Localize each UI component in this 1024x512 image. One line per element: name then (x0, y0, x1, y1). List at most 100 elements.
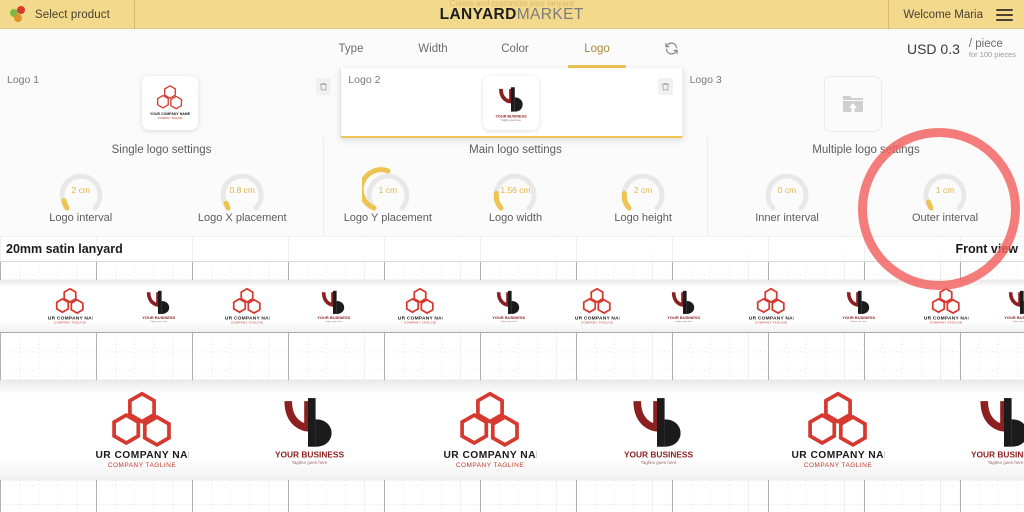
lanyard-logo-yb: YOUR BUSINESSTagline goes here (665, 287, 701, 325)
svg-text:Tagline goes here: Tagline goes here (292, 460, 328, 465)
svg-text:YOUR BUSINESS: YOUR BUSINESS (971, 449, 1024, 459)
logo-slot-1-thumbnail[interactable]: YOUR COMPANY NAME COMPANY TAGLINE (142, 76, 199, 130)
svg-text:COMPANY TAGLINE: COMPANY TAGLINE (930, 321, 962, 325)
dial-logo-width-value: 1.56 cm (500, 185, 531, 195)
dial-logo-x-placement[interactable]: 0.8 cm Logo X placement (187, 164, 297, 224)
lanyard-logo-hexagon: YOUR COMPANY NAMECOMPANY TAGLINE (398, 287, 442, 325)
dial-logo-y-placement-gauge[interactable]: 1 cm (361, 164, 414, 216)
lanyard-logo-yb: YOUR BUSINESSTagline goes here (1002, 287, 1024, 325)
svg-text:Tagline goes here: Tagline goes here (988, 460, 1024, 465)
configurator-tab-bar: Type Width Color Logo USD 0.3 / piece fo… (0, 29, 1024, 69)
tab-color[interactable]: Color (474, 29, 556, 68)
lanyard-logo-hexagon: YOUR COMPANY NAMECOMPANY TAGLINE (443, 390, 537, 470)
svg-text:YOUR BUSINESS: YOUR BUSINESS (317, 315, 350, 320)
dial-inner-interval-value: 0 cm (777, 185, 797, 195)
dial-logo-interval-value: 2 cm (71, 185, 90, 195)
lanyard-logo-hexagon: YOUR COMPANY NAMECOMPANY TAGLINE (225, 287, 269, 325)
lanyard-logo-yb: YOUR BUSINESSTagline goes here (140, 287, 176, 325)
dial-logo-interval[interactable]: 2 cm Logo interval (26, 164, 136, 224)
lanyard-logo-hexagon: YOUR COMPANY NAMECOMPANY TAGLINE (95, 390, 189, 470)
dial-logo-height-gauge[interactable]: 2 cm (617, 164, 669, 216)
dial-logo-width-gauge[interactable]: 1.56 cm (489, 164, 541, 216)
svg-text:YOUR COMPANY NAME: YOUR COMPANY NAME (443, 450, 537, 461)
dial-logo-interval-gauge[interactable]: 2 cm (55, 164, 107, 216)
multiple-logo-settings-title: Multiple logo settings (812, 144, 920, 156)
welcome-label: Welcome Maria (903, 8, 983, 21)
svg-text:Tagline goes here: Tagline goes here (325, 320, 343, 323)
price-unit: / piece (968, 37, 1003, 50)
svg-text:COMPANY TAGLINE: COMPANY TAGLINE (231, 321, 263, 325)
svg-text:COMPANY TAGLINE: COMPANY TAGLINE (581, 321, 613, 325)
svg-text:YOUR COMPANY NAME: YOUR COMPANY NAME (150, 112, 191, 116)
lanyard-logo-hexagon: YOUR COMPANY NAMECOMPANY TAGLINE (575, 287, 619, 325)
lanyard-logo-hexagon: YOUR COMPANY NAMECOMPANY TAGLINE (791, 390, 885, 470)
dial-logo-x-placement-gauge[interactable]: 0.8 cm (216, 164, 268, 216)
refresh-icon[interactable] (660, 29, 682, 68)
svg-text:COMPANY TAGLINE: COMPANY TAGLINE (404, 321, 436, 325)
svg-text:Tagline goes here: Tagline goes here (850, 320, 868, 323)
main-logo-dials: 1 cm Logo Y placement 1.56 cm Logo width (324, 164, 707, 224)
svg-text:Tagline goes here: Tagline goes here (500, 320, 518, 323)
lanyard-logo-yb: YOUR BUSINESSTagline goes here (270, 390, 346, 470)
single-logo-dials: 2 cm Logo interval 0.8 cm Logo X placeme… (0, 164, 323, 224)
svg-text:Tagline goes here: Tagline goes here (675, 320, 693, 323)
logo-slot-1-delete-button[interactable] (316, 78, 332, 95)
svg-text:YOUR BUSINESS: YOUR BUSINESS (1004, 315, 1024, 320)
svg-text:COMPANY TAGLINE: COMPANY TAGLINE (54, 321, 86, 325)
tab-width[interactable]: Width (392, 29, 474, 68)
product-selector[interactable]: Select product (0, 0, 135, 29)
grapes-icon (10, 6, 28, 23)
lanyard-logo-yb: YOUR BUSINESSTagline goes here (966, 390, 1024, 470)
single-logo-settings-group: Single logo settings 2 cm Logo interval (0, 138, 324, 236)
main-logo-settings-title: Main logo settings (469, 144, 562, 156)
svg-text:YOUR BUSINESS: YOUR BUSINESS (142, 315, 175, 320)
app-header: Select product Create and customize your… (0, 0, 1024, 29)
tab-type[interactable]: Type (310, 29, 392, 68)
logo-slot-3[interactable]: Logo 3 (683, 68, 1024, 138)
header-user-area: Welcome Maria (888, 0, 1024, 29)
lanyard-logo-hexagon: YOUR COMPANY NAMECOMPANY TAGLINE (924, 287, 968, 325)
preview-product-title: 20mm satin lanyard (6, 241, 123, 256)
lanyard-logo-yb: YOUR BUSINESSTagline goes here (619, 390, 695, 470)
logo-slot-3-label: Logo 3 (689, 74, 722, 86)
dial-outer-interval-gauge[interactable]: 1 cm (919, 164, 971, 216)
dial-logo-y-placement-value: 1 cm (378, 185, 398, 195)
svg-text:YOUR BUSINESS: YOUR BUSINESS (492, 315, 525, 320)
logo-slot-2-label: Logo 2 (348, 74, 381, 86)
dial-inner-interval-gauge[interactable]: 0 cm (761, 164, 813, 216)
lanyard-strip-small-logos: YOUR COMPANY NAMECOMPANY TAGLINE YOUR BUS… (0, 280, 1024, 332)
logo-slot-2-delete-button[interactable] (657, 78, 673, 95)
brand-logo[interactable]: LANYARDMARKET (440, 7, 584, 23)
dial-logo-width[interactable]: 1.56 cm Logo width (460, 164, 570, 224)
logo-slot-2-thumbnail[interactable]: YOUR BUSINESS Tagline goes here (483, 76, 540, 130)
logo-settings-row: Single logo settings 2 cm Logo interval (0, 138, 1024, 237)
svg-text:COMPANY TAGLINE: COMPANY TAGLINE (456, 462, 524, 469)
tab-logo[interactable]: Logo (556, 29, 638, 68)
yb-monogram-logo: YOUR BUSINESS Tagline goes here (496, 87, 528, 122)
brand-bold: LANYARD (439, 5, 517, 23)
logo-slot-1[interactable]: Logo 1 YOUR COMPANY NAME COMPANY TAGLINE (0, 68, 342, 138)
logo-slot-3-upload-area[interactable] (824, 76, 883, 132)
upload-placeholder-icon (843, 96, 864, 112)
svg-text:COMPANY TAGLINE: COMPANY TAGLINE (755, 321, 787, 325)
dial-logo-y-placement[interactable]: 1 cm Logo Y placement (333, 164, 443, 224)
dial-logo-x-placement-value: 0.8 cm (229, 185, 255, 195)
price-note: for 100 pieces (968, 50, 1016, 60)
lanyard-strip-large[interactable]: YOUR COMPANY NAMECOMPANY TAGLINE YOUR BUS… (0, 380, 1024, 480)
dial-inner-interval[interactable]: 0 cm Inner interval (732, 164, 842, 224)
lanyard-strip-large-logos: YOUR COMPANY NAMECOMPANY TAGLINE YOUR BUS… (0, 380, 1024, 480)
logo-slot-1-label: Logo 1 (7, 74, 40, 86)
svg-text:YOUR BUSINESS: YOUR BUSINESS (667, 315, 700, 320)
single-logo-settings-title: Single logo settings (111, 144, 212, 156)
hexagon-company-logo: YOUR COMPANY NAME COMPANY TAGLINE (150, 85, 191, 120)
dial-outer-interval-value: 1 cm (935, 185, 955, 195)
dial-outer-interval[interactable]: 1 cm Outer interval (890, 164, 1000, 224)
main-logo-settings-group: Main logo settings 1 cm Logo Y placement (324, 138, 708, 236)
hamburger-menu-icon[interactable] (996, 8, 1013, 21)
logo-slot-2[interactable]: Logo 2 YOUR BUSINESS Tagline goes here (341, 68, 683, 138)
lanyard-strip-small[interactable]: YOUR COMPANY NAMECOMPANY TAGLINE YOUR BUS… (0, 280, 1024, 332)
dial-logo-height[interactable]: 2 cm Logo height (588, 164, 698, 224)
lanyard-preview-canvas[interactable]: 20mm satin lanyard Front view YOUR COMPA… (0, 236, 1024, 512)
svg-text:Tagline goes here: Tagline goes here (1012, 320, 1024, 323)
preview-view-label: Front view (955, 241, 1018, 256)
